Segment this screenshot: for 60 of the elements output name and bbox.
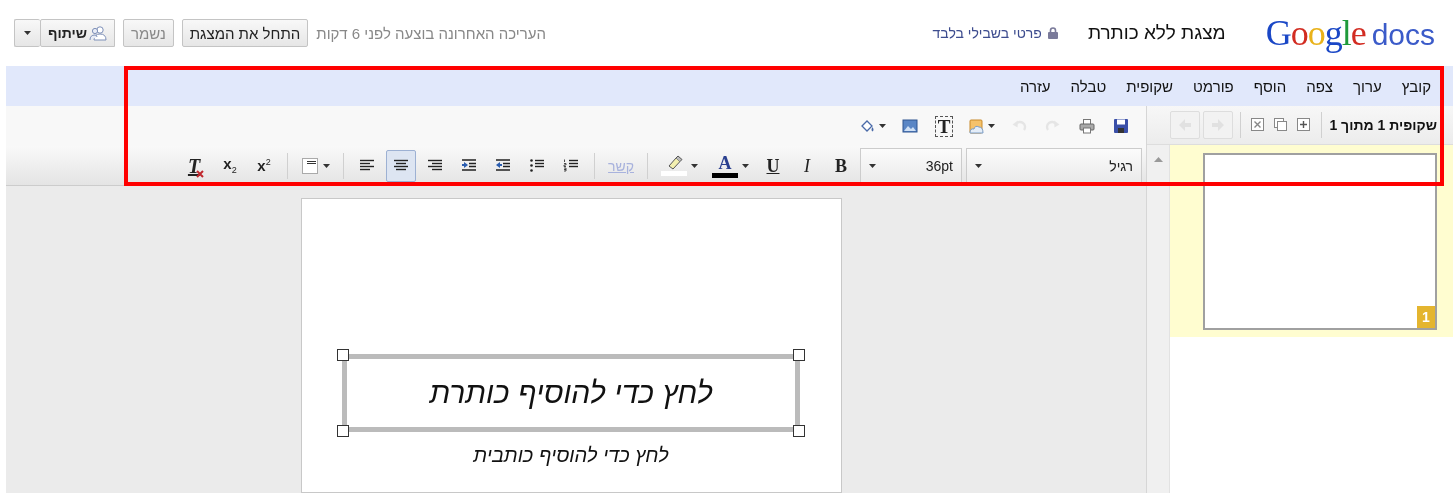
resize-handle[interactable] [337, 425, 349, 437]
start-presentation-button[interactable]: התחל את המצגת [181, 19, 309, 47]
share-menu-button[interactable] [14, 19, 40, 47]
menu-item[interactable]: קובץ [1391, 77, 1441, 95]
caret-icon [879, 124, 886, 128]
text-box-button[interactable]: T [929, 110, 959, 142]
font-select[interactable]: רגיל [966, 147, 1142, 184]
last-edit-text: העריכה האחרונה בוצעה לפני 6 דקות [316, 24, 546, 42]
underline-button[interactable]: U [758, 149, 788, 182]
add-slide-icon [1296, 117, 1313, 133]
numbered-list-icon [563, 157, 580, 174]
caret-icon [869, 163, 876, 168]
caret-icon [323, 163, 331, 168]
people-icon [88, 25, 107, 41]
sharing-link[interactable]: פרטי בשבילי בלבד [932, 25, 1042, 41]
document-title[interactable]: מצגת ללא כותרת [1087, 22, 1226, 44]
clear-formatting-button[interactable]: T [181, 149, 212, 182]
menu-item[interactable]: ערוך [1343, 77, 1392, 95]
menu-item[interactable]: פורמט [1183, 77, 1244, 95]
indent-icon [461, 157, 478, 174]
caret-icon [742, 163, 749, 168]
share-button[interactable]: שיתוף [40, 19, 115, 47]
menu-item[interactable]: צפה [1296, 77, 1344, 95]
printer-icon [1079, 118, 1095, 134]
duplicate-slide-icon [1273, 117, 1290, 133]
font-size-select[interactable]: 36pt [860, 147, 962, 184]
clipboard-cloud-icon [968, 118, 984, 134]
slide-page[interactable]: לחץ כדי להוסיף כותרת לחץ כדי להוסיף כותבית [300, 198, 842, 493]
menu-item[interactable]: שקופית [1116, 77, 1184, 95]
resize-handle[interactable] [793, 349, 805, 361]
image-icon [902, 118, 918, 134]
caret-icon [975, 163, 982, 168]
border-style-icon [301, 156, 320, 175]
title-placeholder: לחץ כדי להוסיף כותרת [429, 376, 713, 410]
italic-button[interactable]: I [792, 149, 822, 182]
scrollbar[interactable] [1147, 145, 1170, 493]
subscript-button[interactable]: x$_{2}$ [215, 149, 246, 182]
lock-icon [1047, 27, 1058, 39]
save-icon [1113, 118, 1129, 134]
caret-icon [988, 124, 995, 128]
menu-item[interactable]: טבלה [1060, 77, 1117, 95]
slide-counter: שקופית 1 מתוך 1 [1329, 117, 1437, 133]
menu-item[interactable]: עזרה [1009, 77, 1061, 95]
logo: Google docs [1265, 12, 1435, 54]
bold-button[interactable]: B [826, 149, 856, 182]
outdent-icon [495, 157, 512, 174]
superscript-button[interactable]: x$^{2}$ [249, 149, 280, 182]
delete-slide-icon [1250, 117, 1267, 133]
resize-handle[interactable] [337, 349, 349, 361]
text-color-button[interactable]: A [707, 149, 754, 182]
slide-number: 1 [1417, 305, 1435, 328]
resize-handle[interactable] [793, 425, 805, 437]
menu-item[interactable]: הוסף [1243, 77, 1297, 95]
bullet-list-icon [529, 157, 546, 174]
paint-bucket-icon [859, 118, 875, 134]
caret-icon [24, 31, 31, 35]
subtitle-placeholder[interactable]: לחץ כדי להוסיף כותבית [473, 444, 669, 467]
caret-icon [691, 163, 698, 168]
title-placeholder-box[interactable]: לחץ כדי להוסיף כותרת [342, 354, 800, 432]
align-center-button[interactable] [386, 149, 417, 182]
